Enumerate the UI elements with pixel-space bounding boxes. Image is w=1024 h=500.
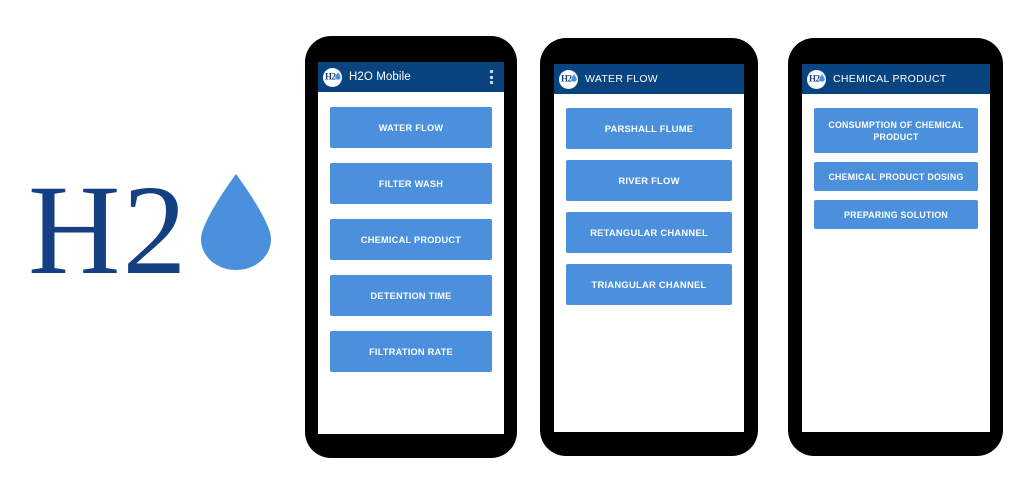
menu-button-label: PREPARING SOLUTION <box>843 209 949 220</box>
menu-button-water-flow[interactable]: WATER FLOW <box>330 107 492 148</box>
menu-button-river-flow[interactable]: RIVER FLOW <box>566 160 732 201</box>
menu-button-label: DETENTION TIME <box>370 290 452 301</box>
app-bar-3: H2 CHEMICAL PRODUCT <box>802 64 990 94</box>
h2o-logo-icon: H2 <box>323 67 342 87</box>
menu-button-chemical-product-dosing[interactable]: CHEMICAL PRODUCT DOSING <box>814 162 978 191</box>
phone-screen-1: H2 H2O Mobile WATER FLOW FILTER WASH CHE… <box>318 62 504 434</box>
menu-button-label: RETANGULAR CHANNEL <box>590 226 708 238</box>
menu-button-preparing-solution[interactable]: PREPARING SOLUTION <box>814 200 978 229</box>
water-droplet-icon <box>570 73 577 82</box>
app-bar-2: H2 WATER FLOW <box>554 64 744 94</box>
app-bar-title-2: WATER FLOW <box>585 73 658 85</box>
phone-screen-3: H2 CHEMICAL PRODUCT CONSUMPTION OF CHEMI… <box>802 64 990 432</box>
app-bar-title-1: H2O Mobile <box>349 71 411 83</box>
app-bar-1: H2 H2O Mobile <box>318 62 504 92</box>
menu-button-label: RIVER FLOW <box>618 174 680 186</box>
menu-button-label: CONSUMPTION OF CHEMICAL PRODUCT <box>828 119 964 142</box>
menu-button-retangular-channel[interactable]: RETANGULAR CHANNEL <box>566 212 732 253</box>
h2o-logo-icon: H2 <box>807 69 826 89</box>
water-droplet-icon <box>334 71 341 80</box>
menu-list-1: WATER FLOW FILTER WASH CHEMICAL PRODUCT … <box>318 92 504 434</box>
h2o-logo-icon: H2 <box>559 69 578 89</box>
menu-button-label: CHEMICAL PRODUCT DOSING <box>828 171 964 182</box>
app-bar-title-3: CHEMICAL PRODUCT <box>833 73 947 85</box>
menu-button-filtration-rate[interactable]: FILTRATION RATE <box>330 331 492 372</box>
overflow-menu-icon[interactable] <box>484 66 498 88</box>
menu-button-label: FILTER WASH <box>378 178 444 189</box>
menu-button-label: TRIANGULAR CHANNEL <box>591 278 707 290</box>
brand-logo: H2 <box>28 165 298 300</box>
menu-button-label: PARSHALL FLUME <box>604 122 694 134</box>
menu-button-triangular-channel[interactable]: TRIANGULAR CHANNEL <box>566 264 732 305</box>
menu-list-3: CONSUMPTION OF CHEMICAL PRODUCT CHEMICAL… <box>802 94 990 432</box>
menu-button-parshall-flume[interactable]: PARSHALL FLUME <box>566 108 732 149</box>
menu-list-2: PARSHALL FLUME RIVER FLOW RETANGULAR CHA… <box>554 94 744 432</box>
menu-button-consumption-of-chemical-product[interactable]: CONSUMPTION OF CHEMICAL PRODUCT <box>814 108 978 153</box>
brand-logo-text: H2 <box>28 159 189 301</box>
phone-mockup-3: H2 CHEMICAL PRODUCT CONSUMPTION OF CHEMI… <box>788 38 1003 456</box>
menu-button-label: WATER FLOW <box>378 122 444 133</box>
menu-button-label: FILTRATION RATE <box>369 346 453 357</box>
phone-mockup-1: H2 H2O Mobile WATER FLOW FILTER WASH CHE… <box>305 36 517 458</box>
phone-screen-2: H2 WATER FLOW PARSHALL FLUME RIVER FLOW … <box>554 64 744 432</box>
phone-mockup-2: H2 WATER FLOW PARSHALL FLUME RIVER FLOW … <box>540 38 758 456</box>
menu-button-filter-wash[interactable]: FILTER WASH <box>330 163 492 204</box>
menu-button-label: CHEMICAL PRODUCT <box>360 234 462 245</box>
menu-button-chemical-product[interactable]: CHEMICAL PRODUCT <box>330 219 492 260</box>
menu-button-detention-time[interactable]: DETENTION TIME <box>330 275 492 316</box>
water-droplet-icon <box>818 73 825 82</box>
water-droplet-icon <box>201 174 271 270</box>
